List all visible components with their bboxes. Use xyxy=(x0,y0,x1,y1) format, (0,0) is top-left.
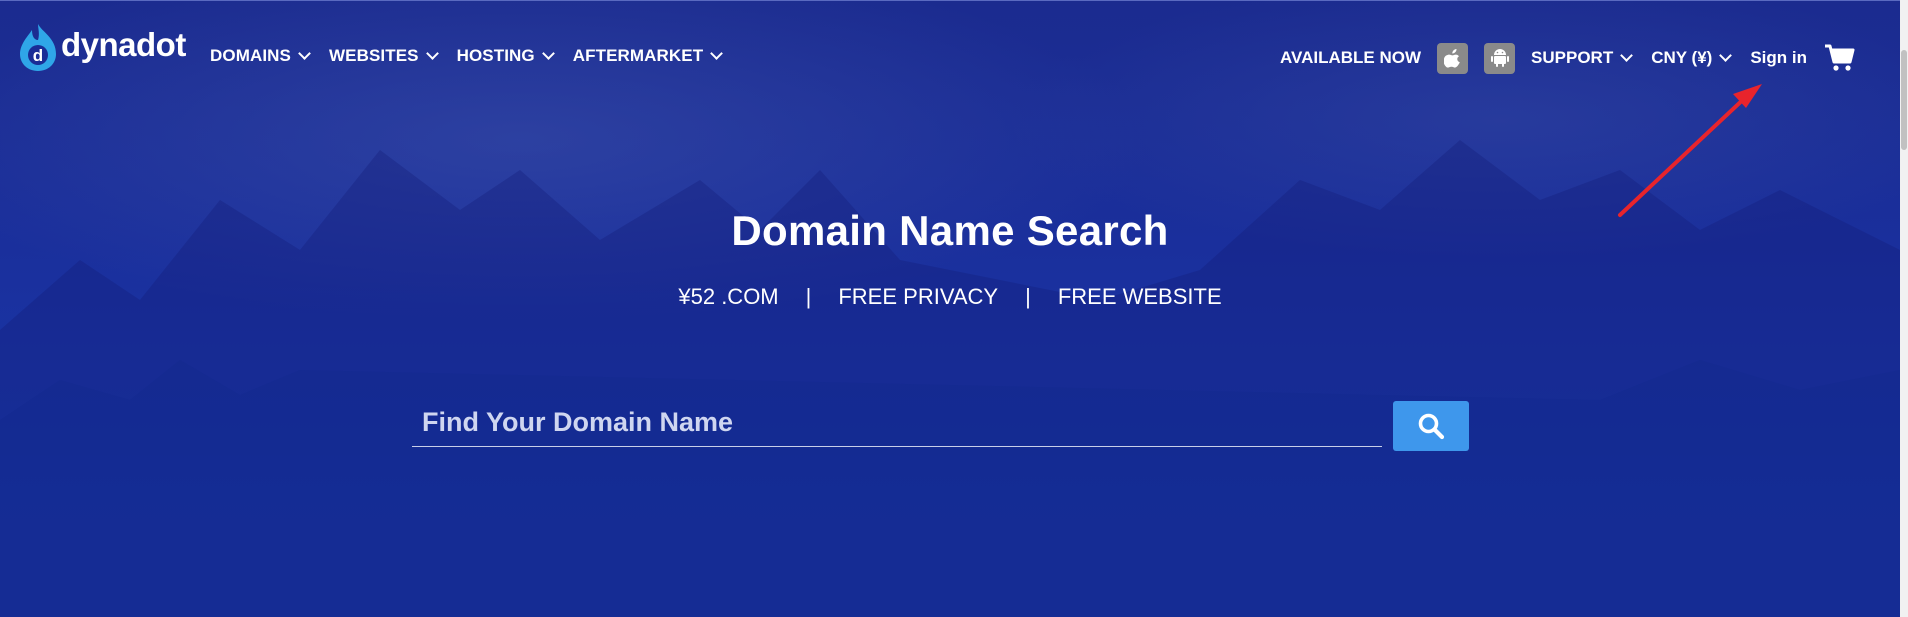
nav-hosting[interactable]: HOSTING xyxy=(456,46,555,66)
currency-selector[interactable]: CNY (¥) xyxy=(1651,48,1733,68)
main-nav: DOMAINS WEBSITES HOSTING AFTERMARKET xyxy=(210,46,741,66)
nav-websites[interactable]: WEBSITES xyxy=(328,46,439,66)
feature-separator: | xyxy=(1025,284,1031,309)
nav-domains[interactable]: DOMAINS xyxy=(210,46,311,66)
currency-label: CNY (¥) xyxy=(1651,48,1713,67)
chevron-down-icon xyxy=(710,47,724,60)
domain-search-field xyxy=(412,400,1382,447)
android-app-button[interactable] xyxy=(1484,42,1516,74)
scrollbar-thumb[interactable] xyxy=(1901,50,1907,150)
chevron-down-icon xyxy=(1719,49,1733,62)
chevron-down-icon xyxy=(298,47,311,60)
brand-name: dynadot xyxy=(61,26,186,63)
domain-search-input[interactable] xyxy=(420,402,1364,442)
nav-aftermarket-label: AFTERMARKET xyxy=(572,46,704,65)
scrollbar[interactable] xyxy=(1900,0,1908,617)
feature-com-price: ¥52 .COM xyxy=(678,284,779,309)
available-now-label: AVAILABLE NOW xyxy=(1280,48,1422,67)
apple-icon xyxy=(1443,49,1460,68)
feature-free-privacy: FREE PRIVACY xyxy=(838,284,999,309)
support-menu[interactable]: SUPPORT xyxy=(1531,48,1634,68)
page-title: Domain Name Search xyxy=(731,207,1169,254)
dynadot-logo-icon: d xyxy=(20,24,56,71)
dynadot-logo[interactable]: d dynadot xyxy=(18,22,186,72)
chevron-down-icon xyxy=(1620,49,1634,62)
search-button[interactable] xyxy=(1393,401,1469,451)
chevron-down-icon xyxy=(425,47,439,60)
apple-app-button[interactable] xyxy=(1437,42,1469,74)
right-nav: AVAILABLE NOW SUPPORT CNY (¥) Sign in xyxy=(1280,42,1855,74)
site-header: d dynadot DOMAINS WEBSITES HOSTING AFTER… xyxy=(0,0,1900,115)
cart-icon[interactable] xyxy=(1824,44,1855,72)
sign-in-link[interactable]: Sign in xyxy=(1750,48,1807,68)
feature-free-website: FREE WEBSITE xyxy=(1057,284,1222,309)
nav-aftermarket[interactable]: AFTERMARKET xyxy=(572,46,724,66)
feature-separator: | xyxy=(805,284,812,309)
chevron-down-icon xyxy=(541,47,555,60)
support-label: SUPPORT xyxy=(1531,48,1614,67)
nav-domains-label: DOMAINS xyxy=(210,46,291,65)
svg-text:d: d xyxy=(33,46,43,65)
android-icon xyxy=(1490,49,1509,67)
feature-strip: ¥52 .COM | FREE PRIVACY | FREE WEBSITE xyxy=(0,284,1900,310)
nav-websites-label: WEBSITES xyxy=(328,46,419,65)
search-icon xyxy=(1418,413,1445,440)
nav-hosting-label: HOSTING xyxy=(456,46,535,65)
